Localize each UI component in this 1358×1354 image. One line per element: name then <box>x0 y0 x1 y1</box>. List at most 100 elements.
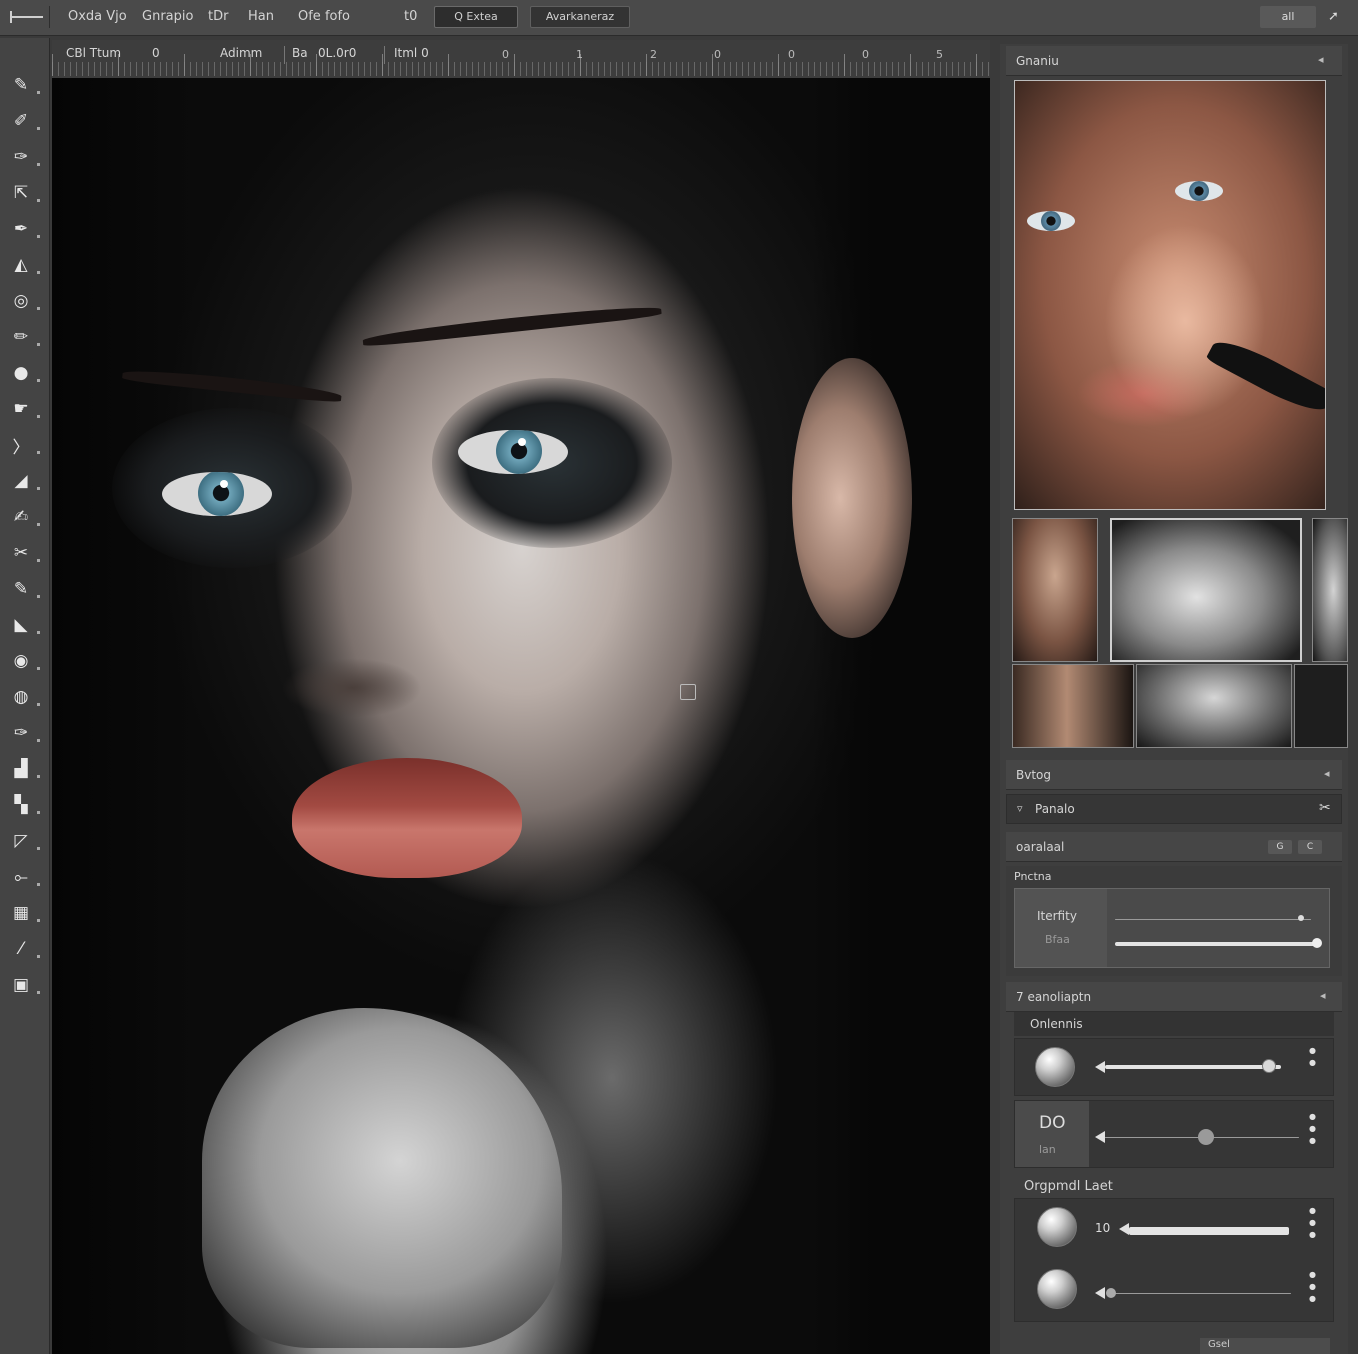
pen-tool-icon[interactable]: ✒ <box>8 216 40 242</box>
slider-left-arrow[interactable] <box>1095 1061 1105 1073</box>
curves-row: ● ● <box>1014 1038 1334 1096</box>
nose-shadow <box>282 658 422 718</box>
line-tool-icon[interactable]: ◸ <box>8 828 40 854</box>
thumbnail[interactable] <box>1312 518 1348 662</box>
more-dots-icon[interactable]: ● ● ● <box>1309 1205 1316 1241</box>
density-slider-track[interactable] <box>1115 942 1321 946</box>
burn-tool-icon[interactable]: ✍ <box>8 504 40 530</box>
thumbnail[interactable] <box>1012 664 1134 748</box>
slider-left-arrow[interactable] <box>1119 1223 1129 1235</box>
cursor-icon <box>680 684 696 700</box>
density-slider-knob[interactable] <box>1311 938 1322 948</box>
option-label[interactable]: Itml 0 <box>394 46 429 60</box>
menu-item[interactable]: Gnrapio <box>142 9 193 24</box>
adjust-mode-button[interactable]: C <box>1298 840 1322 854</box>
properties-section: Pnctna Iterfity Bfaa <box>1006 866 1342 976</box>
sphere-icon[interactable] <box>1037 1269 1077 1309</box>
curves-slider-knob[interactable] <box>1197 1129 1214 1145</box>
density-slider-track[interactable] <box>1115 919 1311 920</box>
sphere-icon[interactable] <box>1035 1047 1075 1087</box>
thumbnail[interactable] <box>1012 518 1098 662</box>
more-dots-icon[interactable]: ● ● ● <box>1309 1111 1316 1147</box>
layer-name: Panalo <box>1035 802 1075 816</box>
layers-title: Bvtog <box>1016 768 1051 782</box>
pencil-tool-icon[interactable]: ✏ <box>8 324 40 350</box>
smudge-tool-icon[interactable]: ☛ <box>8 396 40 422</box>
crop-header: Orgpmdl Laet <box>1014 1174 1334 1198</box>
measure-tool-icon[interactable]: ⁄ <box>8 936 40 962</box>
navigator-preview[interactable] <box>1014 80 1326 510</box>
ruler-ticks <box>52 62 990 76</box>
preview-eye <box>1175 181 1223 201</box>
sphere-icon[interactable] <box>1037 1207 1077 1247</box>
sponge-tool-icon[interactable]: ◉ <box>8 648 40 674</box>
crop-value: 10 <box>1095 1221 1111 1235</box>
ruler-number: 0 <box>502 48 509 61</box>
crop-slider-track[interactable] <box>1107 1293 1291 1294</box>
preview-eye <box>1027 211 1075 231</box>
history-brush-tool-icon[interactable]: ◍ <box>8 684 40 710</box>
collapse-icon[interactable]: ◂ <box>1320 989 1326 1002</box>
curves-slider-knob[interactable] <box>1261 1059 1276 1073</box>
option-value[interactable]: 0 <box>152 46 160 60</box>
gradient-tool-icon[interactable]: ◢ <box>8 468 40 494</box>
slider-left-arrow[interactable] <box>1095 1131 1105 1143</box>
hair-left <box>52 78 192 1354</box>
collapse-icon[interactable]: ◂ <box>1318 53 1324 66</box>
thumbnail[interactable] <box>1136 664 1292 748</box>
slider-left-arrow[interactable] <box>1095 1287 1105 1299</box>
divider <box>284 46 285 64</box>
curves-subtitle: Onlennis <box>1030 1017 1083 1031</box>
lasso-tool-icon[interactable]: ✂ <box>8 540 40 566</box>
paint-bucket-tool-icon[interactable]: ◭ <box>8 252 40 278</box>
thumbnail[interactable] <box>1294 664 1348 748</box>
more-dots-icon[interactable]: ● ● <box>1309 1045 1316 1069</box>
eraser-tool-icon[interactable]: ✎ <box>8 576 40 602</box>
density-label: Iterfity <box>1037 909 1077 923</box>
stamp-tool-icon[interactable]: ▚ <box>8 792 40 818</box>
path-tool-icon[interactable]: 〉 <box>8 432 40 458</box>
clone-stamp-tool-icon[interactable]: ✑ <box>8 144 40 170</box>
thumbnail-selected[interactable] <box>1110 518 1302 662</box>
home-icon[interactable] <box>6 6 50 28</box>
workspace-switcher[interactable]: all <box>1260 6 1316 28</box>
panel-footer: Gsel <box>1200 1338 1330 1354</box>
document-canvas[interactable] <box>52 78 990 1354</box>
adjust-mode-button[interactable]: G <box>1268 840 1292 854</box>
advanced-button[interactable]: Avarkaneraz <box>530 6 630 28</box>
note-tool-icon[interactable]: ▣ <box>8 972 40 998</box>
scissors-icon[interactable]: ✂ <box>1319 800 1331 816</box>
collapse-icon[interactable]: ◂ <box>1324 767 1330 780</box>
ruler-number: 0 <box>788 48 795 61</box>
menu-item[interactable]: Han <box>248 9 274 24</box>
spot-heal-tool-icon[interactable]: ✐ <box>8 108 40 134</box>
shape-tool-icon[interactable]: ▟ <box>8 756 40 782</box>
crop-slider-track[interactable] <box>1129 1227 1289 1235</box>
option-value[interactable]: 0L.0r0 <box>318 46 356 60</box>
move-tool-icon[interactable]: ⇱ <box>8 180 40 206</box>
layers-header: Bvtog ◂ <box>1006 760 1342 790</box>
option-label[interactable]: Adimm <box>220 46 262 60</box>
blur-tool-icon[interactable]: ● <box>8 360 40 386</box>
dodge-tool-icon[interactable]: ◎ <box>8 288 40 314</box>
menu-item[interactable]: tDr <box>208 9 228 24</box>
eyedropper-tool-icon[interactable]: ✑ <box>8 720 40 746</box>
footer-button[interactable]: Gsel <box>1208 1339 1230 1350</box>
density-slider-knob[interactable] <box>1298 915 1305 921</box>
more-dots-icon[interactable]: ● ● ● <box>1309 1269 1316 1305</box>
crop-slider-knob[interactable] <box>1105 1288 1116 1298</box>
arrow-icon[interactable]: ➚ <box>1328 9 1339 24</box>
menu-item[interactable]: Ofe fofo <box>298 9 350 24</box>
menu-item[interactable]: t0 <box>404 9 417 24</box>
artboard-tool-icon[interactable]: ▦ <box>8 900 40 926</box>
visibility-icon[interactable]: ▿ <box>1017 802 1023 815</box>
extra-button[interactable]: Q Extea <box>434 6 518 28</box>
layer-row[interactable]: ▿ Panalo ✂ <box>1006 794 1342 824</box>
fill-tool-icon[interactable]: ◣ <box>8 612 40 638</box>
option-label[interactable]: Ba <box>292 46 308 60</box>
menu-item[interactable]: Oxda Vjo <box>68 9 127 24</box>
option-label[interactable]: CBl Ttum <box>66 46 121 60</box>
brush-tool-icon[interactable]: ✎ <box>8 72 40 98</box>
transform-tool-icon[interactable]: ⟜ <box>8 864 40 890</box>
curves-slider-track[interactable] <box>1105 1065 1281 1069</box>
